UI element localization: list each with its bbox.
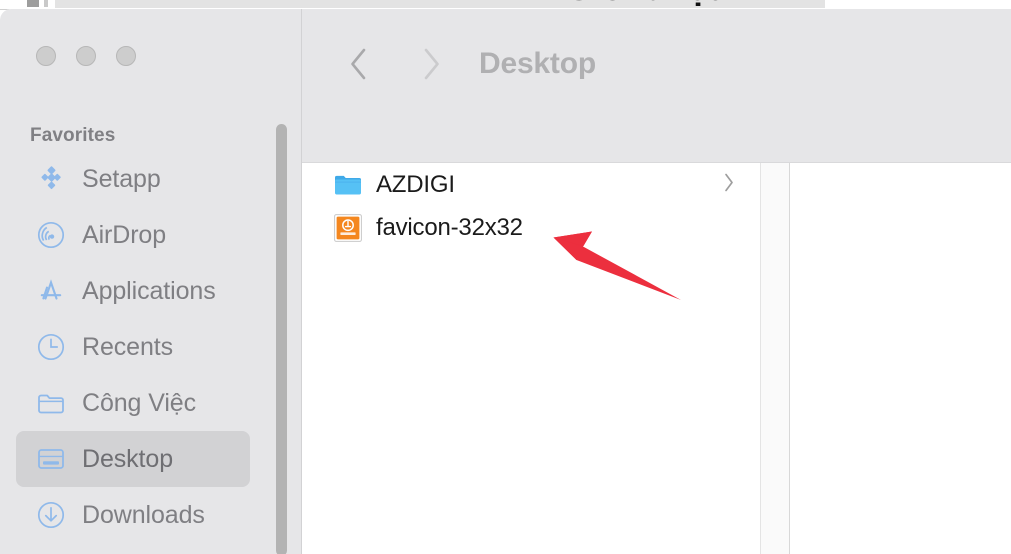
download-icon bbox=[36, 500, 66, 530]
sidebar-item-label: AirDrop bbox=[82, 220, 167, 249]
list-item[interactable]: AZDIGI bbox=[302, 163, 760, 206]
sidebar-scrollbar-thumb[interactable] bbox=[276, 124, 287, 554]
sidebar-item-label: Công Việc bbox=[82, 388, 196, 417]
file-column: AZDIGI favicon-32x32 bbox=[302, 163, 760, 554]
folder-icon bbox=[36, 388, 66, 418]
sidebar-item-applications[interactable]: Applications bbox=[16, 263, 250, 319]
sidebar-item-label: Downloads bbox=[82, 500, 205, 529]
sidebar-item-label: Recents bbox=[82, 332, 174, 361]
sidebar-item-setapp[interactable]: Setapp bbox=[16, 151, 250, 207]
zoom-button[interactable] bbox=[116, 46, 136, 66]
minimize-button[interactable] bbox=[76, 46, 96, 66]
sidebar-item-downloads[interactable]: Downloads bbox=[16, 487, 250, 543]
list-item-label: favicon-32x32 bbox=[376, 213, 523, 241]
chevron-right-icon[interactable] bbox=[722, 171, 736, 198]
adjacent-column bbox=[761, 163, 789, 554]
main-pane: Desktop AZDIGI favicon-32x32 bbox=[302, 9, 1011, 554]
sidebar-item-recents[interactable]: Recents bbox=[16, 319, 250, 375]
sidebar-scrollbar[interactable] bbox=[276, 119, 288, 554]
background-window-tab bbox=[27, 0, 39, 7]
sidebar-item-desktop[interactable]: Desktop bbox=[16, 431, 250, 487]
back-button[interactable] bbox=[344, 42, 374, 86]
favicon-image-icon bbox=[332, 212, 364, 244]
clock-icon bbox=[36, 332, 66, 362]
sidebar-item-cong-viec[interactable]: Công Việc bbox=[16, 375, 250, 431]
toolbar: Desktop bbox=[302, 9, 1011, 162]
clipped-background-title: Giới thiệu bbox=[566, 0, 986, 9]
list-item[interactable]: favicon-32x32 bbox=[302, 206, 760, 249]
column-divider-right[interactable] bbox=[789, 163, 790, 554]
forward-button[interactable] bbox=[416, 42, 446, 86]
close-button[interactable] bbox=[36, 46, 56, 66]
window-controls bbox=[36, 46, 136, 66]
finder-window: Favorites Setapp AirDrop Applications Re… bbox=[0, 9, 1011, 554]
sidebar-item-airdrop[interactable]: AirDrop bbox=[16, 207, 250, 263]
sidebar-item-label: Desktop bbox=[82, 444, 174, 473]
applications-icon bbox=[36, 276, 66, 306]
navigation-buttons bbox=[344, 42, 446, 86]
background-window-tab-secondary bbox=[44, 0, 48, 7]
sidebar-section-favorites: Favorites bbox=[30, 125, 116, 146]
airdrop-icon bbox=[36, 220, 66, 250]
blue-folder-icon bbox=[332, 169, 364, 201]
finder-screenshot: Giới thiệu Favorites bbox=[0, 0, 1011, 554]
list-item-label: AZDIGI bbox=[376, 170, 455, 198]
sidebar-item-list: Setapp AirDrop Applications Recents Công… bbox=[0, 151, 302, 543]
sidebar-item-label: Setapp bbox=[82, 164, 161, 193]
sidebar-item-label: Applications bbox=[82, 276, 216, 305]
setapp-icon bbox=[36, 164, 66, 194]
sidebar: Favorites Setapp AirDrop Applications Re… bbox=[0, 9, 302, 554]
page-title: Desktop bbox=[479, 47, 596, 80]
column-divider-left bbox=[760, 163, 761, 554]
desktop-icon bbox=[36, 444, 66, 474]
